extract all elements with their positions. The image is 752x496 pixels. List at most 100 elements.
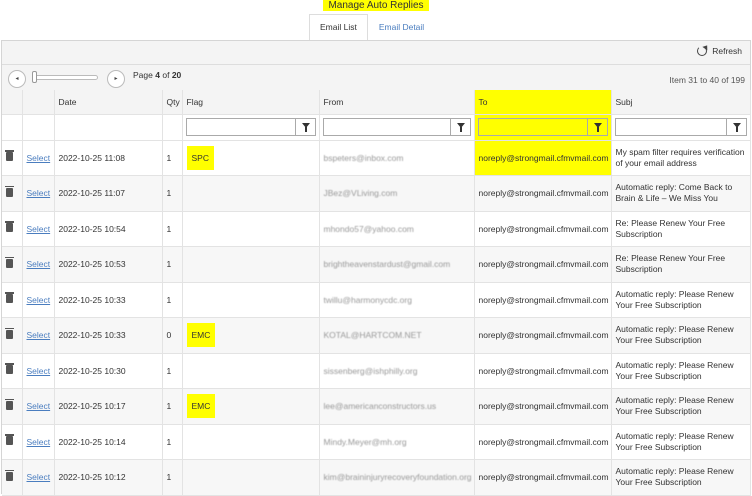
table-row[interactable]: Select 2022-10-25 11:07 1 JBez@VLiving.com n…: [2, 175, 751, 212]
table-row[interactable]: Select 2022-10-25 10:12 1 kim@braininjuryre…: [2, 459, 751, 496]
from-filter-button[interactable]: [449, 119, 470, 135]
select-link[interactable]: Select: [27, 401, 51, 411]
toolbar: Refresh: [2, 41, 750, 65]
select-link[interactable]: Select: [27, 330, 51, 340]
trash-icon[interactable]: [5, 363, 14, 375]
cell-date: 2022-10-25 10:33: [54, 317, 163, 354]
cell-to: noreply@strongmail.cfmvmail.com: [474, 459, 612, 496]
subj-filter-button[interactable]: [725, 119, 746, 135]
table-row[interactable]: Select 2022-10-25 10:54 1 mhondo57@yahoo.co…: [2, 211, 751, 247]
current-page: 4: [155, 70, 160, 80]
page-slider-handle[interactable]: [32, 71, 37, 83]
filter-icon: [732, 123, 741, 132]
trash-icon[interactable]: [5, 185, 14, 197]
trash-icon[interactable]: [5, 398, 14, 410]
filter-icon: [301, 123, 310, 132]
cell-subj: Automatic reply: Please Renew Your Free …: [611, 282, 751, 318]
cell-to: noreply@strongmail.cfmvmail.com: [474, 140, 612, 176]
refresh-label: Refresh: [712, 46, 742, 56]
table-row[interactable]: Select 2022-10-25 10:17 1 EMC lee@americanco…: [2, 388, 751, 425]
cell-qty: 1: [162, 140, 183, 176]
cell-qty: 1: [162, 246, 183, 283]
next-page-button[interactable]: ▸: [107, 70, 125, 88]
cell-from: sissenberg@ishphilly.org: [323, 365, 418, 376]
to-filter-button[interactable]: [586, 119, 607, 135]
header-qty[interactable]: Qty: [162, 90, 183, 115]
cell-to: noreply@strongmail.cfmvmail.com: [474, 353, 612, 389]
email-list-panel: Refresh ◂ ▸ Page 4 of 20 Item 31 to 40 o…: [1, 40, 751, 496]
cell-qty: 1: [162, 353, 183, 389]
refresh-icon: [697, 46, 708, 56]
cell-subj: My spam filter requires verification of …: [611, 140, 751, 176]
cell-from: JBez@VLiving.com: [323, 188, 398, 199]
cell-subj: Automatic reply: Please Renew Your Free …: [611, 317, 751, 354]
to-filter-input[interactable]: [477, 118, 608, 136]
select-link[interactable]: Select: [27, 366, 51, 376]
table-row[interactable]: Select 2022-10-25 10:33 0 EMC KOTAL@HARTCOM.…: [2, 317, 751, 354]
select-link[interactable]: Select: [27, 224, 51, 234]
cell-from: lee@americanconstructors.us: [323, 401, 437, 412]
cell-qty: 1: [162, 282, 183, 318]
table-row[interactable]: Select 2022-10-25 10:53 1 brightheavenstard…: [2, 246, 751, 283]
header-to[interactable]: To: [474, 90, 612, 115]
cell-from: kim@braininjuryrecoveryfoundation.org: [323, 472, 472, 483]
table-row[interactable]: Select 2022-10-25 10:30 1 sissenberg@ishphi…: [2, 353, 751, 389]
filter-icon: [593, 123, 602, 132]
refresh-button[interactable]: Refresh: [697, 46, 742, 56]
flag-filter-input[interactable]: [185, 118, 316, 136]
pager: ◂ ▸ Page 4 of 20 Item 31 to 40 of 199: [2, 65, 750, 91]
cell-subj: Automatic reply: Come Back to Brain & Li…: [611, 175, 751, 212]
trash-icon[interactable]: [5, 150, 14, 162]
trash-icon[interactable]: [5, 292, 14, 304]
prev-page-button[interactable]: ◂: [8, 70, 26, 88]
table-row[interactable]: Select 2022-10-25 11:08 1 SPC bspeters@inbox…: [2, 140, 751, 176]
trash-icon[interactable]: [5, 434, 14, 446]
flag-filter-button[interactable]: [294, 119, 315, 135]
cell-date: 2022-10-25 10:12: [54, 459, 163, 496]
cell-to: noreply@strongmail.cfmvmail.com: [474, 282, 612, 318]
tab-email-detail[interactable]: Email Detail: [368, 14, 435, 40]
trash-icon[interactable]: [5, 327, 14, 339]
tab-bar: Email List Email Detail: [309, 14, 435, 40]
cell-subj: Automatic reply: Please Renew Your Free …: [611, 353, 751, 389]
header-select: [22, 90, 55, 115]
subj-filter-input[interactable]: [614, 118, 747, 136]
header-delete: [2, 90, 23, 115]
header-date[interactable]: Date: [54, 90, 163, 115]
select-link[interactable]: Select: [27, 437, 51, 447]
from-filter-input[interactable]: [322, 118, 471, 136]
title-bar: Manage Auto Replies: [0, 0, 752, 12]
cell-to: noreply@strongmail.cfmvmail.com: [474, 317, 612, 354]
trash-icon[interactable]: [5, 469, 14, 481]
header-row: Date Qty Flag From To Subj: [2, 90, 751, 115]
cell-qty: 1: [162, 211, 183, 247]
page-indicator: Page 4 of 20: [133, 70, 182, 80]
cell-date: 2022-10-25 10:53: [54, 246, 163, 283]
cell-qty: 1: [162, 175, 183, 212]
cell-to: noreply@strongmail.cfmvmail.com: [474, 424, 612, 460]
item-range-info: Item 31 to 40 of 199: [669, 75, 745, 85]
header-subj[interactable]: Subj: [611, 90, 751, 115]
select-link[interactable]: Select: [27, 295, 51, 305]
header-from[interactable]: From: [319, 90, 475, 115]
table-row[interactable]: Select 2022-10-25 10:14 1 Mindy.Meyer@mh.or…: [2, 424, 751, 460]
cell-date: 2022-10-25 10:54: [54, 211, 163, 247]
select-link[interactable]: Select: [27, 472, 51, 482]
cell-from: twillu@harmonycdc.org: [323, 294, 412, 305]
select-link[interactable]: Select: [27, 259, 51, 269]
table-row[interactable]: Select 2022-10-25 10:33 1 twillu@harmonycdc…: [2, 282, 751, 318]
cell-date: 2022-10-25 11:07: [54, 175, 163, 212]
tab-email-list[interactable]: Email List: [309, 14, 368, 40]
select-link[interactable]: Select: [27, 153, 51, 163]
filter-row: [2, 114, 751, 141]
page-slider[interactable]: [34, 75, 98, 80]
cell-to: noreply@strongmail.cfmvmail.com: [474, 175, 612, 212]
cell-qty: 1: [162, 424, 183, 460]
select-link[interactable]: Select: [27, 188, 51, 198]
trash-icon[interactable]: [5, 256, 14, 268]
cell-from: brightheavenstardust@gmail.com: [323, 259, 451, 270]
cell-to: noreply@strongmail.cfmvmail.com: [474, 246, 612, 283]
trash-icon[interactable]: [5, 221, 14, 233]
header-flag[interactable]: Flag: [182, 90, 320, 115]
cell-date: 2022-10-25 11:08: [54, 140, 163, 176]
